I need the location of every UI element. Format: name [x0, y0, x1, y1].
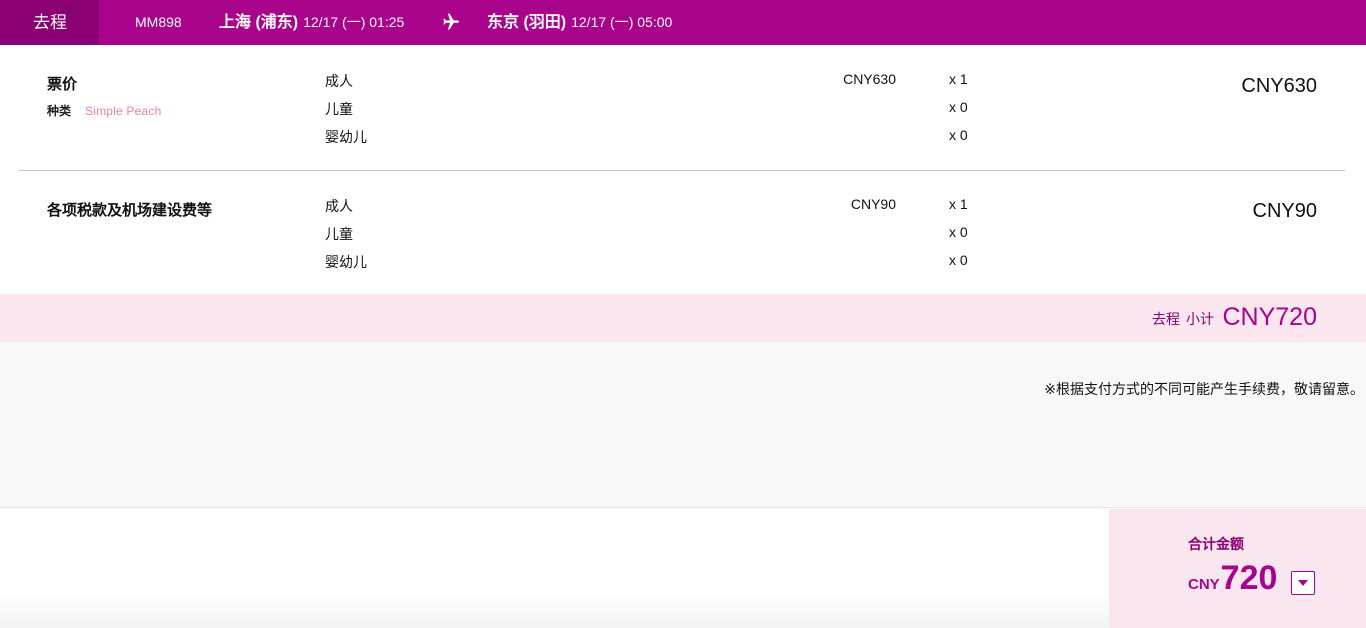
fee-note: ※根据支付方式的不同可能产生手续费，敬请留意。 [1044, 381, 1364, 397]
passenger-count: x 1 [949, 196, 968, 212]
subtotal-direction: 去程 [1152, 311, 1180, 327]
departure-info: 上海 (浦东) 12/17 (一) 01:25 [219, 0, 404, 45]
arrival-info: 东京 (羽田) 12/17 (一) 05:00 [487, 0, 672, 45]
grand-total-amount: CNY720 [1188, 559, 1277, 598]
passenger-count: x 0 [949, 127, 968, 143]
passenger-type-label: 婴幼儿 [325, 129, 367, 145]
fare-row-child: 儿童 x 0 [0, 99, 1366, 119]
taxes-total: CNY90 [1252, 200, 1317, 222]
flight-number: MM898 [135, 14, 182, 30]
unit-price: CNY90 [850, 196, 896, 212]
subtotal-bar: 去程 小计 CNY720 [0, 294, 1366, 342]
subtotal-text: 小计 [1186, 311, 1214, 327]
fare-section: 票价 种类 Simple Peach 成人 CNY630 x 1 儿童 x 0 婴… [0, 46, 1366, 171]
taxes-section: 各项税款及机场建设费等 成人 CNY90 x 1 儿童 x 0 婴幼儿 x 0 … [0, 171, 1366, 294]
tax-row-child: 儿童 x 0 [0, 224, 1366, 244]
tax-row-adult: 成人 CNY90 x 1 [0, 196, 1366, 216]
passenger-count: x 0 [949, 252, 968, 268]
arrival-place: 东京 (羽田) [487, 14, 567, 31]
direction-tab[interactable]: 去程 [0, 0, 99, 45]
departure-datetime: 12/17 (一) 01:25 [303, 14, 405, 30]
passenger-type-label: 成人 [325, 198, 353, 214]
grand-total-currency: CNY [1188, 576, 1220, 593]
airplane-icon [440, 12, 460, 32]
grand-total-panel: 合计金额 CNY720 [1109, 509, 1366, 628]
fare-row-infant: 婴幼儿 x 0 [0, 127, 1366, 147]
grand-total-label: 合计金额 [1188, 536, 1244, 552]
passenger-type-label: 儿童 [325, 101, 353, 117]
passenger-count: x 1 [949, 71, 968, 87]
departure-place: 上海 (浦东) [219, 14, 299, 31]
subtotal-label: 去程 小计 [1152, 309, 1214, 329]
tax-row-infant: 婴幼儿 x 0 [0, 252, 1366, 272]
note-area: ※根据支付方式的不同可能产生手续费，敬请留意。 [0, 342, 1366, 508]
caret-down-icon [1298, 580, 1308, 586]
total-details-toggle-button[interactable] [1291, 571, 1315, 595]
fare-row-adult: 成人 CNY630 x 1 [0, 71, 1366, 91]
passenger-type-label: 婴幼儿 [325, 254, 367, 270]
grand-total-value: 720 [1220, 559, 1278, 597]
passenger-type-label: 成人 [325, 73, 353, 89]
passenger-count: x 0 [949, 224, 968, 240]
unit-price: CNY630 [843, 71, 896, 87]
passenger-type-label: 儿童 [325, 226, 353, 242]
arrival-datetime: 12/17 (一) 05:00 [571, 14, 673, 30]
flight-summary-bar: 去程 MM898 上海 (浦东) 12/17 (一) 01:25 东京 (羽田) 1… [0, 0, 1366, 45]
subtotal-amount: CNY720 [1222, 303, 1318, 331]
fare-total: CNY630 [1241, 75, 1317, 97]
passenger-count: x 0 [949, 99, 968, 115]
